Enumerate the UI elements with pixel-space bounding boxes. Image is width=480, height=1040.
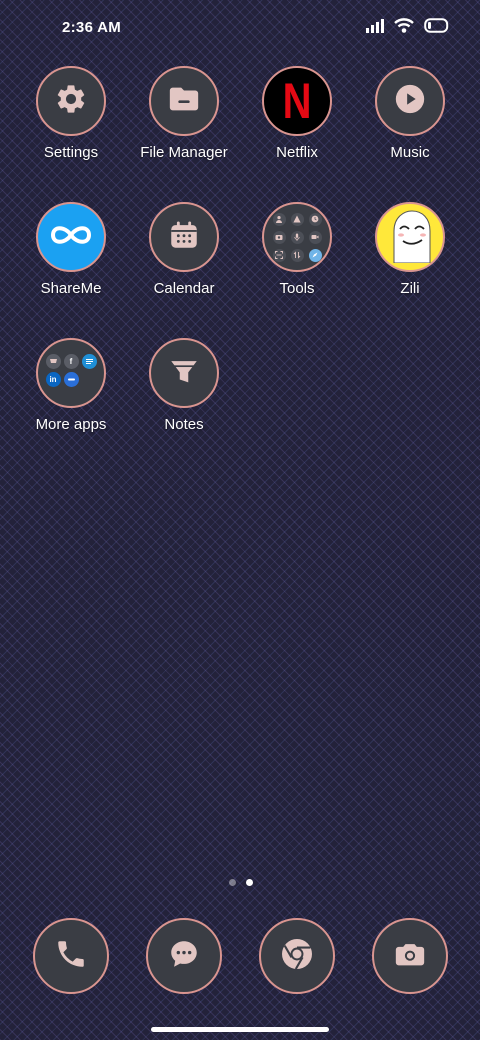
messages-app-icon[interactable] — [146, 918, 222, 994]
home-gesture-bar[interactable] — [151, 1027, 329, 1032]
battery-icon — [424, 18, 450, 38]
app-label: Notes — [164, 416, 204, 433]
tools-folder-icon[interactable] — [262, 202, 332, 272]
app-label: Settings — [43, 144, 99, 161]
app-shareme[interactable]: ShareMe — [9, 202, 133, 297]
app-notes[interactable]: Notes — [122, 338, 246, 433]
settings-app-icon[interactable] — [36, 66, 106, 136]
microphone-icon — [290, 230, 304, 244]
app-file-manager[interactable]: File Manager — [122, 66, 246, 161]
dock-chrome[interactable] — [259, 918, 335, 994]
app-label: Netflix — [276, 144, 318, 161]
status-bar: 2:36 AM — [0, 0, 480, 56]
page-indicator — [229, 879, 253, 886]
app-calendar[interactable]: Calendar — [122, 202, 246, 297]
shareme-app-icon[interactable] — [36, 202, 106, 272]
app-music[interactable]: Music — [348, 66, 472, 161]
wifi-icon — [394, 18, 414, 38]
app-label: Tools — [279, 280, 315, 297]
zili-app-icon[interactable] — [375, 202, 445, 272]
calendar-icon — [167, 218, 201, 257]
notes-funnel-icon — [167, 354, 201, 393]
linkedin-icon: in — [45, 371, 61, 387]
app-label: ShareMe — [40, 280, 102, 297]
user-icon — [272, 212, 286, 226]
camera-app-icon[interactable] — [372, 918, 448, 994]
play-icon — [393, 82, 427, 121]
more-apps-folder-icon[interactable]: f in — [36, 338, 106, 408]
video-icon — [308, 230, 322, 244]
folder-more-apps[interactable]: f in More apps — [9, 338, 133, 433]
shop-icon — [45, 353, 61, 369]
status-time: 2:36 AM — [62, 19, 122, 36]
chrome-app-icon[interactable] — [259, 918, 335, 994]
infinity-icon — [48, 222, 94, 253]
status-icons — [366, 18, 450, 38]
warning-icon — [290, 212, 304, 226]
chrome-icon — [279, 936, 315, 977]
notes-app-icon[interactable] — [149, 338, 219, 408]
app-label: More apps — [35, 416, 107, 433]
calendar-app-icon[interactable] — [149, 202, 219, 272]
dock-phone[interactable] — [33, 918, 109, 994]
phone-icon — [54, 937, 88, 976]
netflix-app-icon[interactable]: N — [262, 66, 332, 136]
netflix-logo: N — [282, 73, 312, 129]
phone-app-icon[interactable] — [33, 918, 109, 994]
folder-icon — [167, 82, 201, 121]
dock-messages[interactable] — [146, 918, 222, 994]
transfer-icon — [290, 248, 304, 262]
app-label: Music — [390, 144, 430, 161]
app-label: Calendar — [153, 280, 215, 297]
file-manager-app-icon[interactable] — [149, 66, 219, 136]
chat-icon — [167, 937, 201, 976]
more-apps-folder-preview: f in — [45, 353, 97, 387]
tools-folder-preview — [272, 212, 322, 262]
clock-icon — [308, 212, 322, 226]
app-icon — [63, 371, 79, 387]
camera-icon — [393, 937, 427, 976]
signal-icon — [366, 18, 384, 38]
gear-icon — [54, 82, 88, 121]
folder-tools[interactable]: Tools — [235, 202, 359, 297]
app-label: File Manager — [140, 144, 228, 161]
app-settings[interactable]: Settings — [9, 66, 133, 161]
page-dot[interactable] — [229, 879, 236, 886]
app-netflix[interactable]: N Netflix — [235, 66, 359, 161]
page-dot-active[interactable] — [246, 879, 253, 886]
news-app-icon — [81, 353, 97, 369]
zili-face-icon — [382, 207, 438, 268]
app-label: Zili — [400, 280, 420, 297]
app-zili[interactable]: Zili — [348, 202, 472, 297]
music-app-icon[interactable] — [375, 66, 445, 136]
dock-camera[interactable] — [372, 918, 448, 994]
scanner-icon — [272, 248, 286, 262]
camera-small-icon — [272, 230, 286, 244]
compass-icon — [308, 248, 322, 262]
facebook-icon: f — [63, 353, 79, 369]
